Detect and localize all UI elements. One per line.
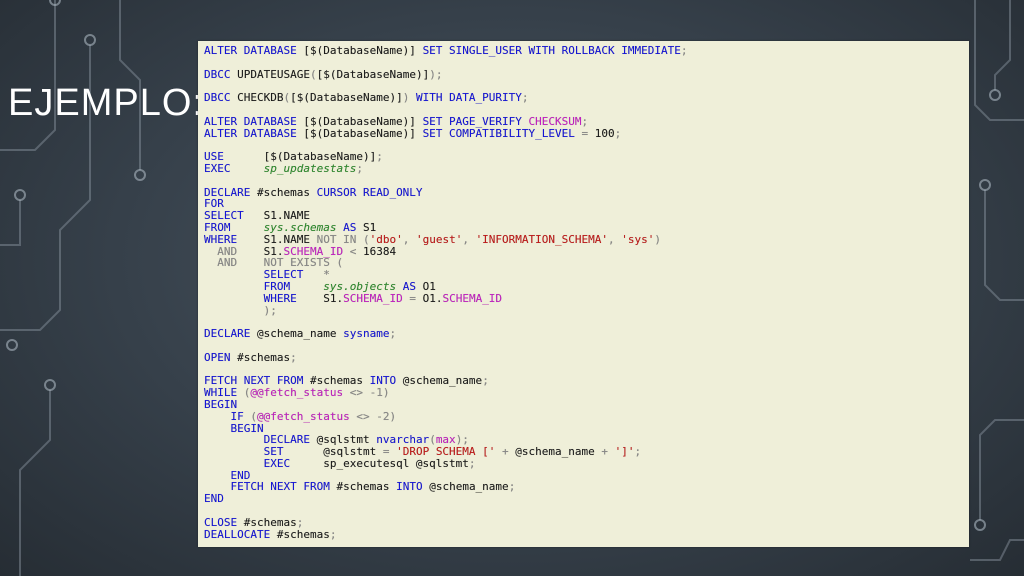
- code-line: DECLARE @schema_name sysname;: [204, 328, 969, 340]
- code-token: ;: [389, 327, 397, 341]
- code-token: 100: [594, 126, 615, 140]
- code-token: DEALLOCATE: [204, 527, 277, 541]
- code-token: ALTER DATABASE: [204, 44, 304, 57]
- code-token: O1.: [422, 291, 443, 305]
- code-line: );: [204, 303, 969, 317]
- code-token: UPDATEUSAGE: [237, 67, 310, 81]
- code-token: [$(DatabaseName)]: [290, 91, 403, 105]
- code-line: DECLARE #schemas CURSOR READ_ONLY: [204, 185, 969, 199]
- code-token: ;: [290, 350, 297, 364]
- code-line: END: [204, 493, 969, 505]
- code-line: IF (@@fetch_status <> -2): [204, 409, 969, 423]
- code-line: ALTER DATABASE [$(DatabaseName)] SET COM…: [204, 126, 969, 140]
- code-token: 'INFORMATION_SCHEMA': [475, 232, 609, 246]
- code-token: [$(DatabaseName)]: [316, 67, 430, 81]
- code-token: #schemas: [237, 350, 291, 364]
- code-token: [$(DatabaseName)]: [303, 44, 423, 57]
- code-token: SET COMPATIBILITY_LEVEL: [422, 126, 582, 140]
- code-token: CURSOR READ_ONLY: [316, 185, 423, 199]
- code-token: =: [409, 291, 423, 305]
- code-token: @schema_name: [515, 445, 595, 459]
- code-token: <: [349, 244, 363, 258]
- code-token: FETCH NEXT FROM: [230, 480, 337, 494]
- code-line: ALTER DATABASE [$(DatabaseName)] SET SIN…: [204, 45, 969, 57]
- code-token: sp_executesql @sqlstmt: [323, 456, 469, 470]
- code-token: #schemas: [276, 527, 330, 541]
- code-token: <> -2): [356, 409, 397, 423]
- code-token: SCHEMA_ID: [343, 291, 410, 305]
- code-token: INTO: [396, 480, 430, 494]
- code-token: EXEC: [263, 456, 324, 470]
- code-token: 16384: [362, 244, 397, 258]
- code-token: ;: [329, 527, 337, 541]
- code-line: WHILE (@@fetch_status <> -1): [204, 387, 969, 399]
- code-token: @@fetch_status: [257, 409, 357, 423]
- code-token: #schemas: [336, 480, 397, 494]
- code-token: OPEN: [204, 350, 238, 364]
- code-token: @@fetch_status: [250, 386, 350, 400]
- code-line: OPEN #schemas;: [204, 350, 969, 364]
- code-token: );: [204, 303, 277, 317]
- code-token: 'sys': [621, 232, 655, 246]
- code-token: ,: [608, 232, 622, 246]
- code-line: DEALLOCATE #schemas;: [204, 527, 969, 541]
- code-token: ): [402, 91, 416, 105]
- code-line: DBCC UPDATEUSAGE([$(DatabaseName)]);: [204, 67, 969, 81]
- code-token: ;: [680, 44, 688, 57]
- code-token: ']': [614, 445, 635, 459]
- code-token: =: [581, 126, 595, 140]
- code-token: @schema_name: [429, 480, 509, 494]
- code-token: ;: [614, 126, 622, 140]
- code-token: sysname: [343, 327, 390, 341]
- code-token: ;: [634, 445, 642, 459]
- code-token: WITH DATA_PURITY: [415, 91, 522, 105]
- code-token: ;: [521, 91, 529, 105]
- code-token: SET SINGLE_USER WITH ROLLBACK IMMEDIATE: [422, 44, 681, 57]
- slide-title: EJEMPLO:: [8, 82, 204, 124]
- code-token: (: [309, 67, 317, 81]
- code-token: ALTER DATABASE: [204, 126, 304, 140]
- code-token: S1.: [323, 291, 344, 305]
- code-token: EXEC: [204, 161, 264, 175]
- code-token: #schemas: [256, 185, 317, 199]
- code-token: );: [429, 67, 443, 81]
- code-token: sp_updatestats: [263, 161, 357, 175]
- code-token: SCHEMA_ID: [442, 291, 503, 305]
- code-token: ,: [402, 232, 416, 246]
- code-token: +: [495, 445, 516, 459]
- code-token: DECLARE: [204, 327, 257, 341]
- code-token: CHECKDB: [237, 91, 284, 105]
- code-token: <> -1): [349, 386, 390, 400]
- sql-code-block: ALTER DATABASE [$(DatabaseName)] SET SIN…: [204, 45, 969, 540]
- code-line: DBCC CHECKDB([$(DatabaseName)]) WITH DAT…: [204, 92, 969, 104]
- code-token: 'guest': [415, 232, 463, 246]
- code-line: EXEC sp_executesql @sqlstmt;: [204, 456, 969, 470]
- code-token: +: [594, 445, 615, 459]
- code-line: WHERE S1.SCHEMA_ID = O1.SCHEMA_ID: [204, 291, 969, 305]
- code-token: @schema_name: [402, 374, 483, 388]
- code-token: ;: [482, 374, 489, 388]
- code-token: ;: [468, 456, 476, 470]
- code-token: ;: [356, 161, 363, 175]
- code-token: ): [654, 232, 662, 246]
- code-line: FOR: [204, 198, 969, 210]
- code-screenshot-panel: ALTER DATABASE [$(DatabaseName)] SET SIN…: [198, 41, 969, 547]
- code-token: [$(DatabaseName)]: [303, 126, 423, 140]
- code-token: ;: [508, 480, 516, 494]
- code-line: EXEC sp_updatestats;: [204, 163, 969, 175]
- code-token: ,: [462, 232, 476, 246]
- code-token: @schema_name: [256, 327, 344, 341]
- code-token: ;: [376, 150, 383, 164]
- code-line: FETCH NEXT FROM #schemas INTO @schema_na…: [204, 481, 969, 493]
